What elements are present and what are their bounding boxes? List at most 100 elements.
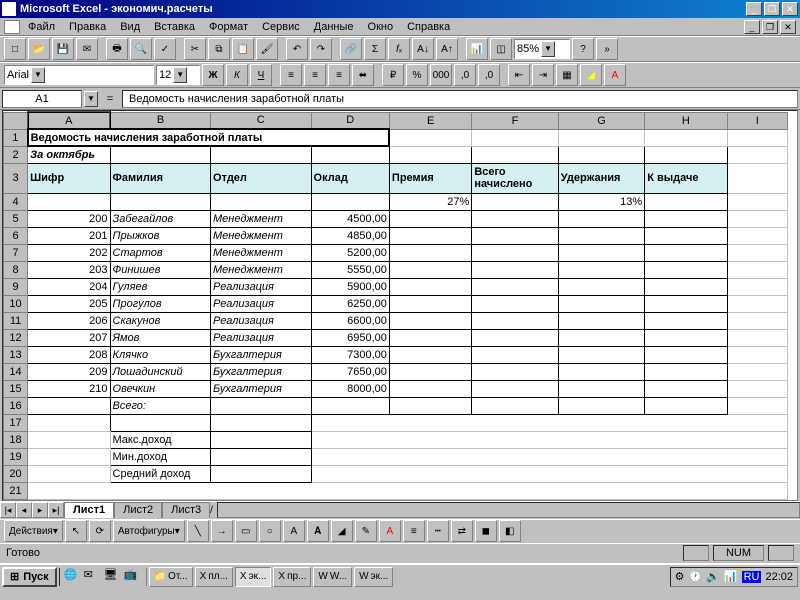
sort-desc-button[interactable]: A↑ [436,38,458,60]
cell[interactable]: Скакунов [110,312,211,329]
menu-tools[interactable]: Сервис [256,20,306,34]
spell-button[interactable]: ✓ [154,38,176,60]
dec-decimal-button[interactable]: ,0 [478,64,500,86]
cell[interactable]: Менеджмент [211,210,312,227]
pivot-button[interactable]: ◫ [490,38,512,60]
cell[interactable] [389,312,471,329]
sort-asc-button[interactable]: A↓ [412,38,434,60]
cell[interactable] [389,244,471,261]
font-combo[interactable]: Arial ▼ [4,65,154,85]
cell[interactable] [472,380,558,397]
cell[interactable] [558,329,644,346]
more-button[interactable]: » [596,38,618,60]
print-button[interactable]: 🖶 [106,38,128,60]
cell[interactable]: Бухгалтерия [211,363,312,380]
quick-icon[interactable]: 📺 [124,568,142,586]
cell[interactable] [389,363,471,380]
cell[interactable] [645,363,727,380]
quick-icon[interactable]: ✉ [84,568,102,586]
actions-button[interactable]: Действия ▾ [4,520,63,542]
cell[interactable] [645,261,727,278]
comma-button[interactable]: 000 [430,64,452,86]
formula-input[interactable]: Ведомость начисления заработной платы [122,90,798,108]
function-button[interactable]: fₓ [388,38,410,60]
name-box[interactable]: A1 [2,90,82,108]
cell[interactable]: Гуляев [110,278,211,295]
cell[interactable]: 4850,00 [311,227,389,244]
cell[interactable] [389,397,471,414]
start-button[interactable]: ⊞ Пуск [2,567,57,587]
cell[interactable] [645,278,727,295]
taskbar-item[interactable]: 📁От... [149,567,193,587]
row-header[interactable]: 13 [4,346,28,363]
mail-button[interactable]: ✉ [76,38,98,60]
cell[interactable] [727,312,787,329]
col-header-b[interactable]: B [110,112,211,129]
cell[interactable] [211,431,312,448]
row-header[interactable]: 20 [4,465,28,482]
cell[interactable]: 5900,00 [311,278,389,295]
menu-help[interactable]: Справка [401,20,456,34]
dash-button[interactable]: ┅ [427,520,449,542]
cell[interactable] [558,210,644,227]
cell[interactable]: Всего начислено [472,163,558,193]
rotate-button[interactable]: ⟳ [89,520,111,542]
cell[interactable] [211,465,312,482]
save-button[interactable]: 💾 [52,38,74,60]
cell[interactable] [558,295,644,312]
currency-button[interactable]: ₽ [382,64,404,86]
cell[interactable] [311,193,389,210]
cell[interactable] [727,146,787,163]
cell[interactable] [311,414,787,431]
menu-file[interactable]: Файл [22,20,61,34]
cell[interactable] [28,482,788,499]
cell[interactable] [389,346,471,363]
paste-button[interactable]: 📋 [232,38,254,60]
row-header[interactable]: 11 [4,312,28,329]
doc-minimize-button[interactable]: _ [744,20,760,34]
cell[interactable] [645,329,727,346]
cell[interactable]: 6250,00 [311,295,389,312]
cell[interactable] [472,312,558,329]
namebox-dropdown[interactable]: ▼ [84,91,98,107]
cell[interactable]: Менеджмент [211,261,312,278]
minimize-button[interactable]: _ [746,2,762,16]
cell[interactable]: Ведомость начисления заработной платы [28,129,390,146]
cell[interactable] [558,146,644,163]
redo-button[interactable]: ↷ [310,38,332,60]
cell[interactable]: Забегайлов [110,210,211,227]
autosum-button[interactable]: Σ [364,38,386,60]
cell[interactable]: 204 [28,278,110,295]
cell[interactable] [28,465,110,482]
tab-last-button[interactable]: ▸| [48,502,64,518]
font-color-button[interactable]: A [604,64,626,86]
select-all-corner[interactable] [4,112,28,129]
cell[interactable] [211,397,312,414]
cell[interactable]: 200 [28,210,110,227]
menu-data[interactable]: Данные [308,20,360,34]
size-combo[interactable]: 12 ▼ [156,65,200,85]
cell[interactable] [727,295,787,312]
cell[interactable] [311,146,389,163]
cell[interactable] [558,261,644,278]
cell[interactable]: 201 [28,227,110,244]
cell[interactable]: 208 [28,346,110,363]
doc-restore-button[interactable]: ❐ [762,20,778,34]
cell[interactable]: Финишев [110,261,211,278]
cell[interactable] [727,346,787,363]
font-color-button[interactable]: A [379,520,401,542]
fill-button[interactable]: ◢ [331,520,353,542]
cell[interactable] [389,295,471,312]
line-button[interactable]: ╲ [187,520,209,542]
rect-button[interactable]: ▭ [235,520,257,542]
col-header-g[interactable]: G [558,112,644,129]
arrow-style-button[interactable]: ⇄ [451,520,473,542]
cell[interactable] [472,227,558,244]
line-color-button[interactable]: ✎ [355,520,377,542]
row-header[interactable]: 3 [4,163,28,193]
cell[interactable]: Реализация [211,278,312,295]
textbox-button[interactable]: A [283,520,305,542]
col-header-e[interactable]: E [389,112,471,129]
cell[interactable] [311,465,787,482]
cell[interactable] [211,193,312,210]
